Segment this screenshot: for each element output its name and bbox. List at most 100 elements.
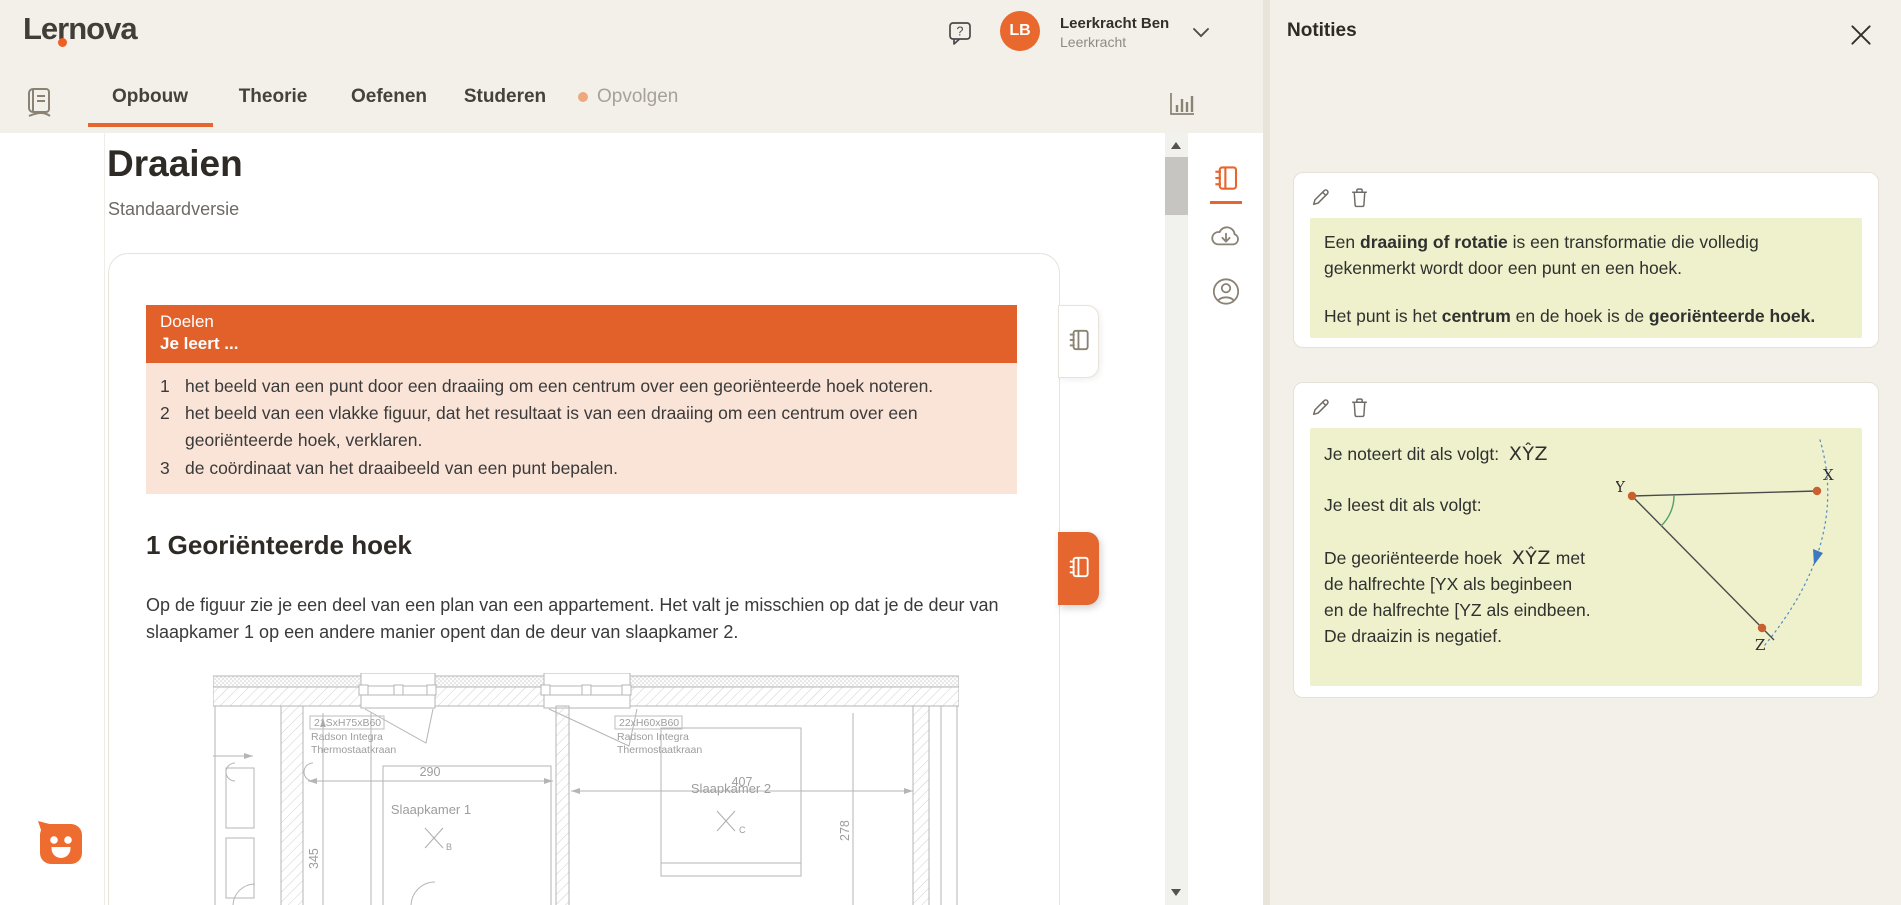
section-heading: 1 Georiënteerde hoek — [146, 530, 412, 561]
scroll-up-icon[interactable] — [1171, 142, 1181, 149]
delete-note-button[interactable] — [1350, 187, 1369, 208]
chat-widget-button[interactable] — [31, 816, 87, 875]
tabbar: Opbouw Theorie Oefenen Studeren Opvolgen — [0, 60, 1263, 133]
tab-theorie[interactable]: Theorie — [239, 86, 308, 108]
doelen-item: 3 de coördinaat van het draaibeeld van e… — [160, 455, 1003, 482]
active-tool-underline — [1210, 201, 1242, 204]
tab-opbouw[interactable]: Opbouw — [112, 86, 188, 108]
toc-button[interactable] — [23, 85, 56, 122]
delete-note-button[interactable] — [1350, 397, 1369, 418]
dim-278: 278 — [838, 820, 852, 841]
mark-b: B — [446, 842, 452, 852]
user-circle-icon — [1210, 295, 1241, 310]
trash-icon — [1350, 406, 1369, 421]
cloud-download-icon — [1209, 238, 1243, 253]
note-paragraph: Je leest dit als volgt: — [1324, 493, 1596, 519]
radiator1-label: Thermostaatkraan — [311, 744, 396, 756]
main-content: Draaien Standaardversie Doelen Je leert … — [0, 133, 1263, 905]
pencil-icon — [1310, 196, 1331, 211]
active-note-anchor-button[interactable] — [1058, 532, 1099, 605]
dim-290: 290 — [420, 765, 441, 779]
doelen-block: Doelen Je leert ... 1 het beeld van een … — [146, 305, 1017, 494]
svg-text:?: ? — [957, 25, 964, 39]
doelen-item-number: 1 — [160, 373, 174, 400]
notes-panel: Notities Een draaiing — [1270, 0, 1901, 905]
tab-oefenen[interactable]: Oefenen — [351, 86, 427, 108]
tab-opvolgen[interactable]: Opvolgen — [578, 86, 678, 108]
note-anchor-button[interactable] — [1058, 305, 1099, 378]
close-panel-button[interactable] — [1848, 22, 1874, 51]
avatar[interactable]: LB — [1000, 11, 1040, 51]
downloads-tool-button[interactable] — [1209, 223, 1243, 253]
doelen-item-text: het beeld van een vlakke figuur, dat het… — [185, 400, 1003, 454]
note-paragraph: Je noteert dit als volgt: XŶZ — [1324, 440, 1596, 468]
chevron-down-icon — [1192, 26, 1210, 41]
results-button[interactable] — [1166, 88, 1197, 122]
tab-studeren[interactable]: Studeren — [464, 86, 546, 108]
user-role: Leerkracht — [1060, 34, 1126, 50]
note-paragraph: Een draaiing of rotatie is een transform… — [1324, 230, 1848, 282]
tab-opvolgen-label: Opvolgen — [597, 86, 678, 108]
pencil-icon — [1310, 406, 1331, 421]
doelen-title: Je leert ... — [160, 333, 1003, 355]
help-bubble-icon: ? — [946, 35, 974, 50]
trash-icon — [1350, 196, 1369, 211]
help-button[interactable]: ? — [945, 19, 975, 49]
logo: Lernova — [23, 11, 137, 47]
topbar: Lernova ? LB Leerkracht Ben Leerkracht — [0, 0, 1263, 60]
page-subtitle: Standaardversie — [108, 199, 239, 220]
lesson-card: Doelen Je leert ... 1 het beeld van een … — [108, 253, 1060, 905]
chat-smiley-icon — [31, 860, 87, 875]
dim-345: 345 — [307, 848, 321, 869]
note-card: Je noteert dit als volgt: XŶZ Je leest d… — [1293, 382, 1879, 698]
notes-panel-title: Notities — [1287, 20, 1357, 42]
note-toolbar — [1310, 396, 1862, 418]
note-card: Een draaiing of rotatie is een transform… — [1293, 172, 1879, 348]
doelen-item-text: het beeld van een punt door een draaiing… — [185, 373, 933, 400]
radiator1-label: 21SxH75xB60 — [314, 717, 381, 729]
user-menu-button[interactable] — [1192, 26, 1210, 41]
doelen-kicker: Doelen — [160, 311, 1003, 333]
radiator2-label: 22xH60xB60 — [619, 717, 679, 729]
app: Lernova ? LB Leerkracht Ben Leerkracht O… — [0, 0, 1901, 905]
section-paragraph: Op de figuur zie je een deel van een pla… — [146, 592, 1016, 646]
note-paragraph: Het punt is het centrum en de hoek is de… — [1324, 304, 1848, 330]
content-scrollbar[interactable] — [1165, 133, 1188, 905]
notes-tool-button[interactable] — [1211, 163, 1241, 196]
doelen-list: 1 het beeld van een punt door een draaii… — [146, 363, 1017, 494]
doelen-item: 2 het beeld van een vlakke figuur, dat h… — [160, 400, 1003, 454]
profile-tool-button[interactable] — [1210, 276, 1241, 310]
doelen-item-number: 3 — [160, 455, 174, 482]
panel-divider — [1263, 0, 1270, 905]
room1-label: Slaapkamer 1 — [391, 802, 471, 817]
tool-rail — [1188, 133, 1263, 905]
rotation-diagram: Y X Z — [1616, 434, 1858, 684]
scrollbar-thumb[interactable] — [1165, 157, 1188, 215]
active-tab-underline — [88, 123, 213, 127]
edit-note-button[interactable] — [1310, 397, 1331, 418]
notebook-icon — [1066, 554, 1092, 583]
radiator2-label: Thermostaatkraan — [617, 744, 702, 756]
point-x-label: X — [1823, 466, 1834, 484]
note-content: Een draaiing of rotatie is een transform… — [1310, 218, 1862, 338]
logo-dot — [58, 38, 67, 47]
page-title: Draaien — [107, 143, 243, 185]
point-y-label: Y — [1616, 478, 1626, 496]
room2-label: Slaapkamer 2 — [691, 781, 771, 796]
left-rail — [0, 133, 105, 905]
edit-note-button[interactable] — [1310, 187, 1331, 208]
opvolgen-dot-icon — [578, 92, 588, 102]
doelen-item-text: de coördinaat van het draaibeeld van een… — [185, 455, 618, 482]
floorplan-image: 21SxH75xB60 Radson Integra Thermostaatkr… — [213, 673, 959, 905]
mark-c: C — [739, 825, 746, 835]
scroll-down-icon[interactable] — [1171, 889, 1181, 896]
note-toolbar — [1310, 186, 1862, 208]
user-name: Leerkracht Ben — [1060, 15, 1169, 32]
radiator2-label: Radson Integra — [617, 731, 689, 743]
note-paragraph: De georiënteerde hoek XŶZ met de halfrec… — [1324, 544, 1596, 650]
book-icon — [23, 107, 56, 122]
doelen-item: 1 het beeld van een punt door een draaii… — [160, 373, 1003, 400]
notebook-icon — [1066, 327, 1092, 356]
notebook-icon — [1211, 181, 1241, 196]
bar-chart-icon — [1166, 107, 1197, 122]
